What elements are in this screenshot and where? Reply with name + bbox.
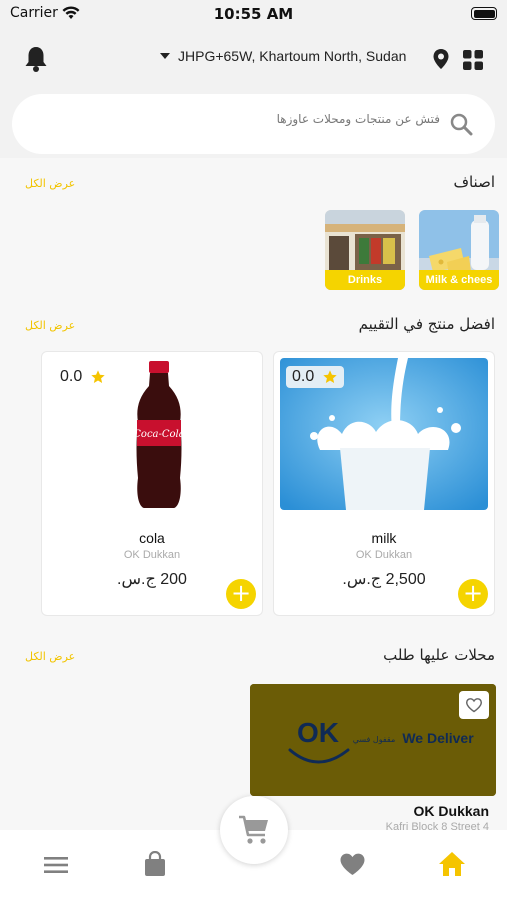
status-bar: Carrier 10:55 AM bbox=[0, 0, 507, 28]
bell-icon[interactable] bbox=[22, 44, 50, 74]
add-to-cart-button[interactable]: + bbox=[226, 579, 256, 609]
plus-icon: + bbox=[230, 579, 252, 607]
svg-text:OK: OK bbox=[297, 717, 339, 748]
grid-icon[interactable] bbox=[462, 49, 484, 71]
popular-stores-title: محلات عليها طلب bbox=[383, 646, 495, 664]
store-card-ok-dukkan[interactable]: OK مقفول فسي We Deliver bbox=[250, 684, 496, 796]
product-store: OK Dukkan bbox=[355, 549, 413, 561]
chevron-down-icon bbox=[160, 53, 170, 59]
add-to-cart-button[interactable]: + bbox=[458, 579, 488, 609]
address-label: JHPG+65W, Khartoum North, Sudan bbox=[178, 48, 407, 64]
star-icon bbox=[323, 370, 337, 383]
favorite-button[interactable] bbox=[459, 691, 489, 719]
cart-icon bbox=[239, 815, 268, 844]
store-name: OK Dukkan bbox=[413, 803, 489, 819]
svg-text:مقفول فسي: مقفول فسي bbox=[353, 735, 396, 744]
product-name: cola bbox=[139, 530, 165, 546]
heart-icon[interactable] bbox=[339, 852, 366, 876]
product-name: milk bbox=[371, 530, 397, 546]
heart-outline-icon bbox=[465, 698, 483, 713]
top-rated-view-all-link[interactable]: عرض الكل bbox=[25, 319, 75, 332]
category-drinks[interactable]: Drinks bbox=[325, 210, 405, 290]
cart-button[interactable] bbox=[220, 796, 288, 864]
category-label: Drinks bbox=[325, 270, 405, 290]
search-bar[interactable] bbox=[12, 94, 495, 154]
top-rated-title: افضل منتج في التقييم bbox=[358, 315, 495, 333]
bag-icon[interactable] bbox=[143, 851, 167, 877]
rating-value: 0.0 bbox=[292, 368, 315, 385]
svg-text:Coca-Cola: Coca-Cola bbox=[133, 429, 184, 440]
plus-icon: + bbox=[462, 579, 484, 607]
rating-badge: 0.0 bbox=[54, 366, 112, 388]
category-label: Milk & chees bbox=[419, 270, 499, 290]
stores-view-all-link[interactable]: عرض الكل bbox=[25, 650, 75, 663]
location-pin-icon[interactable] bbox=[432, 48, 450, 70]
clock: 10:55 AM bbox=[213, 5, 294, 23]
battery-icon bbox=[471, 7, 497, 20]
product-card-milk[interactable]: 0.0 milk OK Dukkan 2,500 ج.س. + bbox=[273, 351, 495, 616]
home-icon[interactable] bbox=[438, 851, 466, 877]
category-milk-cheese[interactable]: Milk & chees bbox=[419, 210, 499, 290]
svg-text:We Deliver: We Deliver bbox=[402, 730, 474, 746]
product-store: OK Dukkan bbox=[123, 549, 181, 561]
star-icon bbox=[91, 370, 105, 383]
search-input[interactable] bbox=[60, 112, 440, 126]
address-selector[interactable]: JHPG+65W, Khartoum North, Sudan bbox=[160, 48, 430, 64]
menu-icon[interactable] bbox=[44, 856, 68, 874]
categories-title: اصناف bbox=[453, 173, 495, 191]
product-card-cola[interactable]: Coca-Cola 0.0 cola OK Dukkan 200 ج.س. + bbox=[41, 351, 263, 616]
rating-value: 0.0 bbox=[60, 368, 83, 385]
categories-view-all-link[interactable]: عرض الكل bbox=[25, 177, 75, 190]
search-icon[interactable] bbox=[449, 112, 473, 136]
rating-badge: 0.0 bbox=[286, 366, 345, 388]
